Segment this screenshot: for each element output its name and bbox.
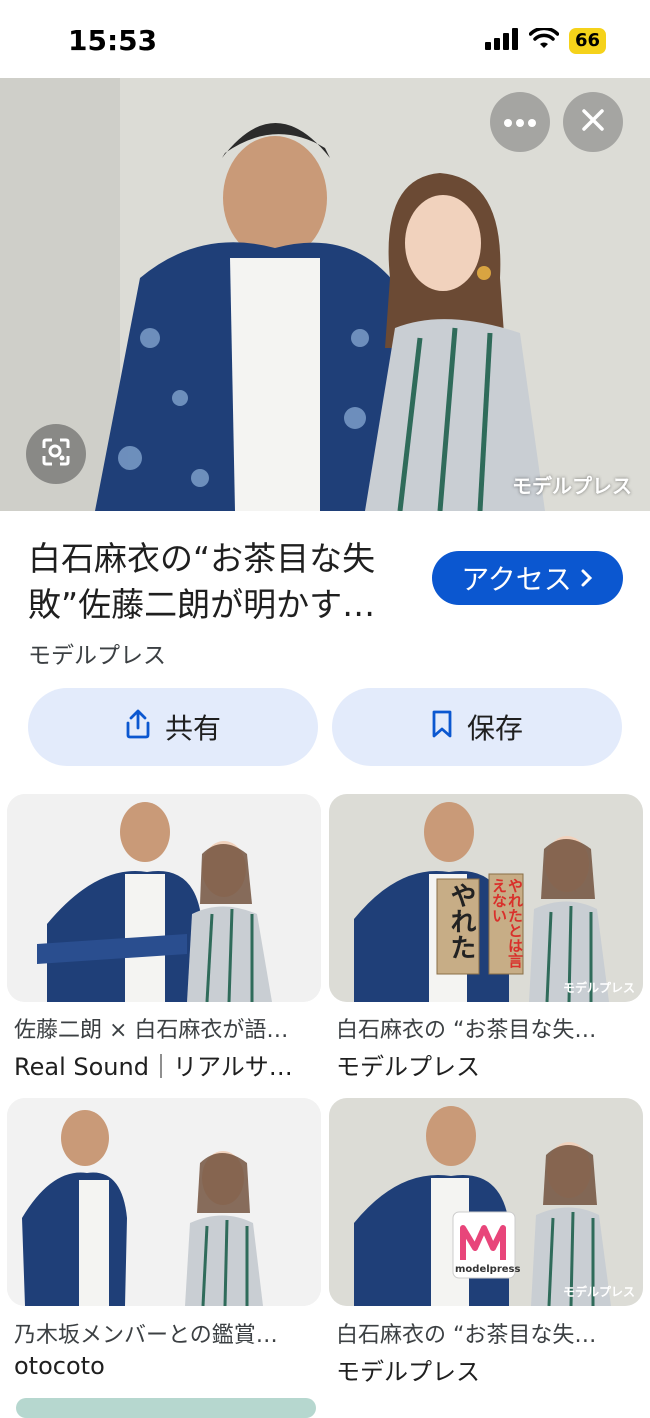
related-title[interactable]: 白石麻衣の “お茶目な失… bbox=[336, 1012, 596, 1044]
related-image[interactable]: やれた やれたとは言えない モデルプレス bbox=[329, 794, 643, 1002]
share-button[interactable]: 共有 bbox=[28, 688, 318, 766]
related-title[interactable]: 乃木坂メンバーとの鑑賞… bbox=[14, 1317, 278, 1349]
more-options-button[interactable] bbox=[490, 92, 550, 152]
save-button[interactable]: 保存 bbox=[332, 688, 622, 766]
signal-icon bbox=[484, 28, 519, 54]
next-result-image[interactable] bbox=[16, 1398, 316, 1418]
wifi-icon bbox=[528, 26, 560, 54]
watermark-label: モデルプレス bbox=[512, 474, 632, 498]
lens-icon bbox=[40, 436, 72, 472]
share-icon bbox=[125, 709, 151, 746]
status-icons: 66 bbox=[484, 26, 606, 54]
more-horizontal-icon bbox=[503, 113, 537, 132]
save-label: 保存 bbox=[466, 712, 523, 745]
share-label: 共有 bbox=[164, 712, 221, 745]
close-button[interactable] bbox=[563, 92, 623, 152]
related-image[interactable] bbox=[7, 794, 321, 1002]
hero-image[interactable]: モデルプレス bbox=[0, 78, 650, 511]
badge-label: modelpress bbox=[455, 1264, 521, 1275]
battery-indicator: 66 bbox=[568, 28, 606, 54]
related-source: Real Sound｜リアルサ… bbox=[14, 1053, 293, 1081]
access-label: アクセス bbox=[461, 563, 572, 596]
related-source: モデルプレス bbox=[336, 1358, 480, 1386]
access-button[interactable]: アクセス bbox=[432, 551, 623, 605]
related-photo bbox=[7, 794, 321, 1002]
related-photo bbox=[7, 1098, 321, 1306]
lens-search-button[interactable] bbox=[26, 424, 86, 484]
close-icon bbox=[581, 108, 605, 136]
related-source: otocoto bbox=[14, 1352, 105, 1380]
sign-left: やれた bbox=[446, 882, 476, 960]
related-image[interactable]: modelpress モデルプレス bbox=[329, 1098, 643, 1306]
hero-photo bbox=[0, 78, 650, 511]
related-title[interactable]: 佐藤二朗 × 白石麻衣が語… bbox=[14, 1012, 288, 1044]
watermark-label: モデルプレス bbox=[562, 1285, 635, 1299]
result-title[interactable]: 白石麻衣の“お茶目な失敗”佐藤二朗が明かす… bbox=[28, 536, 418, 628]
related-photo bbox=[329, 794, 643, 1002]
bookmark-icon bbox=[431, 710, 453, 745]
result-source: モデルプレス bbox=[28, 643, 166, 669]
status-time: 15:53 bbox=[68, 24, 158, 57]
watermark-label: モデルプレス bbox=[562, 981, 635, 995]
status-bar: 15:53 66 bbox=[0, 0, 650, 78]
chevron-right-icon bbox=[580, 562, 594, 595]
related-source: モデルプレス bbox=[336, 1053, 480, 1081]
related-image[interactable] bbox=[7, 1098, 321, 1306]
sign-right: やれたとは言えない bbox=[491, 878, 523, 968]
related-title[interactable]: 白石麻衣の “お茶目な失… bbox=[336, 1317, 596, 1349]
